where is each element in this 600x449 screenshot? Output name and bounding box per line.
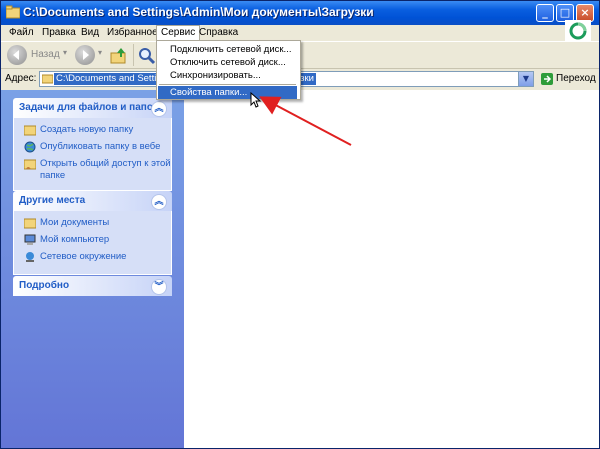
disconnect-network-drive-item[interactable]: Отключить сетевой диск... (158, 56, 297, 69)
task-pane: Задачи для файлов и папок ︽ Создать нову… (1, 90, 184, 448)
forward-dropdown-icon[interactable]: ▾ (98, 48, 102, 57)
network-icon (26, 252, 34, 262)
place-label: Мои документы (40, 217, 110, 228)
task-publish-web[interactable]: Опубликовать папку в вебе (14, 141, 171, 156)
folder-up-icon[interactable] (109, 46, 129, 66)
back-arrow-icon (13, 50, 19, 60)
collapse-icon[interactable]: ︽ (151, 101, 167, 117)
windows-logo (565, 20, 591, 42)
window-title: C:\Documents and Settings\Admin\Мои доку… (23, 5, 374, 19)
back-button[interactable] (7, 45, 27, 65)
share-icon (24, 159, 36, 170)
place-label: Мой компьютер (40, 234, 110, 245)
task-label: Открыть общий доступ к этой папке (40, 158, 171, 181)
my-documents-icon (24, 218, 36, 229)
synchronize-item[interactable]: Синхронизировать... (158, 69, 297, 82)
back-dropdown-icon[interactable]: ▾ (63, 48, 67, 57)
task-label: Опубликовать папку в вебе (40, 141, 161, 152)
menu-view[interactable]: Вид (77, 26, 103, 40)
collapse-icon[interactable]: ︽ (151, 194, 167, 210)
menu-separator (159, 84, 296, 85)
details-panel-title: Подробно (19, 280, 70, 291)
place-my-computer[interactable]: Мой компьютер (14, 234, 171, 249)
address-label: Адрес: (5, 73, 37, 84)
tasks-panel-header[interactable]: Задачи для файлов и папок ︽ (13, 98, 172, 118)
other-places-panel-header[interactable]: Другие места ︽ (13, 191, 172, 211)
menu-favorites[interactable]: Избранное (103, 26, 162, 40)
tasks-panel-body: Создать новую папку Опубликовать папку в… (13, 118, 172, 191)
tools-menu-dropdown: Подключить сетевой диск... Отключить сет… (156, 40, 301, 100)
throbber-icon (569, 22, 587, 40)
explorer-window: C:\Documents and Settings\Admin\Мои доку… (0, 0, 600, 449)
forward-arrow-icon (83, 50, 89, 60)
details-panel-header[interactable]: Подробно ︾ (13, 276, 172, 296)
place-label: Сетевое окружение (40, 251, 127, 262)
task-label: Создать новую папку (40, 124, 134, 135)
details-panel: Подробно ︾ (13, 276, 172, 296)
tasks-panel: Задачи для файлов и папок ︽ Создать нову… (13, 98, 172, 191)
other-places-panel-title: Другие места (19, 195, 86, 206)
place-network[interactable]: Сетевое окружение (14, 251, 171, 266)
computer-icon (24, 234, 36, 245)
go-label: Переход (556, 73, 596, 84)
tasks-panel-title: Задачи для файлов и папок (19, 102, 158, 113)
menu-edit[interactable]: Правка (38, 26, 80, 40)
new-folder-icon (24, 125, 36, 136)
expand-icon[interactable]: ︾ (151, 279, 167, 295)
map-network-drive-item[interactable]: Подключить сетевой диск... (158, 43, 297, 56)
menu-help[interactable]: Справка (195, 26, 242, 40)
folder-icon (42, 74, 53, 84)
address-dropdown-button[interactable]: ▼ (518, 72, 533, 86)
toolbar-divider (133, 44, 134, 66)
menu-file[interactable]: Файл (5, 26, 38, 40)
folder-icon (6, 5, 20, 19)
globe-icon (24, 141, 36, 153)
place-my-documents[interactable]: Мои документы (14, 217, 171, 232)
go-arrow-icon (541, 73, 553, 85)
back-label: Назад (31, 49, 60, 60)
task-share-folder[interactable]: Открыть общий доступ к этой папке (14, 158, 171, 182)
title-bar[interactable]: C:\Documents and Settings\Admin\Мои доку… (1, 1, 599, 25)
forward-button[interactable] (75, 45, 95, 65)
mouse-cursor-icon (250, 92, 262, 108)
task-new-folder[interactable]: Создать новую папку (14, 124, 171, 139)
other-places-panel: Другие места ︽ Мои документы Мой компьют… (13, 191, 172, 275)
menu-tools[interactable]: Сервис (156, 25, 201, 40)
other-places-panel-body: Мои документы Мой компьютер Сетевое окру… (13, 211, 172, 275)
search-icon[interactable] (137, 46, 157, 66)
annotation-arrow-icon (259, 96, 352, 146)
minimize-button[interactable]: _ (536, 4, 554, 22)
